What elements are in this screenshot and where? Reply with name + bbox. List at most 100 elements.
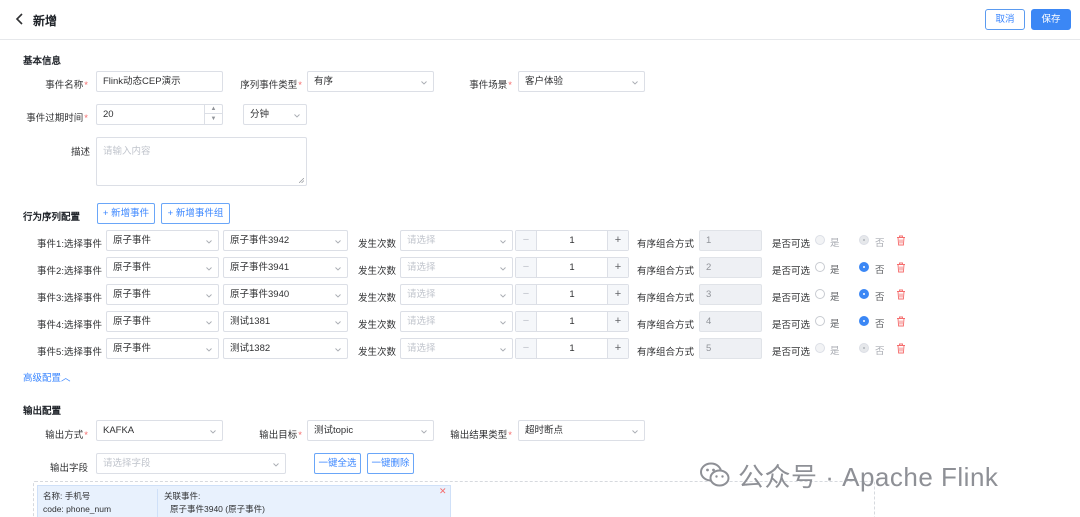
optional-yes-radio[interactable] [815,343,825,353]
section-title-output: 输出配置 [23,406,62,417]
event-type-select[interactable]: 原子事件 [106,311,219,332]
chevron-down-icon [335,321,341,325]
select-all-button[interactable]: 一键全选 [314,453,361,474]
count-stepper[interactable]: − 1 + [515,230,629,251]
event-type-select[interactable]: 原子事件 [106,230,219,251]
minus-icon[interactable]: − [516,231,537,250]
optional-no-radio[interactable] [859,343,869,353]
minus-icon[interactable]: − [516,339,537,358]
plus-icon[interactable]: + [607,231,628,250]
combo-value-input: 5 [699,338,762,359]
combo-label: 有序组合方式 [636,239,694,250]
trash-icon[interactable] [896,343,906,354]
save-button[interactable]: 保存 [1031,9,1071,30]
event-select[interactable]: 测试1382 [223,338,348,359]
optional-no-label: 否 [875,346,885,357]
wechat-icon [700,462,730,487]
event-name-input[interactable]: Flink动态CEP演示 [96,71,223,92]
minus-icon[interactable]: − [516,312,537,331]
back-arrow-icon[interactable] [14,13,26,25]
field-code-text: code: phone_num [43,504,112,514]
event-row-label: 事件3:选择事件 [37,293,102,304]
optional-label: 是否可选 [771,239,810,250]
event-row-label: 事件5:选择事件 [37,347,102,358]
combo-label: 有序组合方式 [636,347,694,358]
event-select[interactable]: 测试1381 [223,311,348,332]
optional-no-label: 否 [875,238,885,249]
occur-count-select[interactable]: 请选择 [400,284,513,305]
event-select[interactable]: 原子事件3940 [223,284,348,305]
occur-count-select[interactable]: 请选择 [400,257,513,278]
event-select[interactable]: 原子事件3941 [223,257,348,278]
minus-icon[interactable]: − [516,285,537,304]
chevron-down-icon [206,240,212,244]
event-type-select[interactable]: 原子事件 [106,284,219,305]
occur-count-label: 发生次数 [357,347,396,358]
trash-icon[interactable] [896,262,906,273]
minus-icon[interactable]: − [516,258,537,277]
optional-yes-radio[interactable] [815,289,825,299]
optional-label: 是否可选 [771,293,810,304]
add-event-button[interactable]: + 新增事件 [97,203,155,224]
chevron-down-icon [273,463,279,467]
output-field-label: 输出字段 [49,463,88,474]
result-type-select[interactable]: 超时断点 [518,420,645,441]
output-method-select[interactable]: KAFKA [96,420,223,441]
optional-no-label: 否 [875,319,885,330]
output-target-select[interactable]: 测试topic [307,420,434,441]
related-event-value: 原子事件3940 (原子事件) [170,504,265,514]
chevron-down-icon [335,240,341,244]
chevron-down-icon [210,430,216,434]
scene-select[interactable]: 客户体验 [518,71,645,92]
card-divider [157,489,158,517]
plus-icon[interactable]: + [607,258,628,277]
trash-icon[interactable] [896,235,906,246]
count-value: 1 [569,289,575,300]
seq-type-select[interactable]: 有序 [307,71,434,92]
count-stepper[interactable]: − 1 + [515,284,629,305]
optional-yes-label: 是 [830,292,840,303]
plus-icon[interactable]: + [607,312,628,331]
optional-label: 是否可选 [771,347,810,358]
event-select[interactable]: 原子事件3942 [223,230,348,251]
occur-count-select[interactable]: 请选择 [400,230,513,251]
advanced-config-link[interactable]: 高级配置︿ [23,370,71,384]
count-stepper[interactable]: − 1 + [515,311,629,332]
add-event-group-button[interactable]: + 新增事件组 [161,203,230,224]
combo-value-input: 2 [699,257,762,278]
close-icon[interactable]: ✕ [439,487,447,496]
trash-icon[interactable] [896,316,906,327]
page-title: 新增 [33,14,58,28]
plus-icon[interactable]: + [607,285,628,304]
optional-no-radio[interactable] [859,262,869,272]
event-type-select[interactable]: 原子事件 [106,338,219,359]
seq-type-label: 序列事件类型* [240,80,302,91]
optional-no-label: 否 [875,265,885,276]
count-stepper[interactable]: − 1 + [515,257,629,278]
optional-no-radio[interactable] [859,289,869,299]
optional-yes-radio[interactable] [815,316,825,326]
occur-count-label: 发生次数 [357,320,396,331]
count-stepper[interactable]: − 1 + [515,338,629,359]
event-type-select[interactable]: 原子事件 [106,257,219,278]
trash-icon[interactable] [896,289,906,300]
event-row-label: 事件2:选择事件 [37,266,102,277]
expire-stepper[interactable]: 20 ▲ ▼ [96,104,223,125]
resize-handle-icon[interactable] [299,178,304,183]
decrement-arrow-icon[interactable]: ▼ [205,115,222,124]
cancel-button[interactable]: 取消 [985,9,1025,30]
delete-all-button[interactable]: 一键删除 [367,453,414,474]
optional-no-radio[interactable] [859,316,869,326]
optional-no-radio[interactable] [859,235,869,245]
occur-count-select[interactable]: 请选择 [400,311,513,332]
description-textarea[interactable]: 请输入内容 [96,137,307,186]
optional-yes-radio[interactable] [815,235,825,245]
expire-unit-select[interactable]: 分钟 [243,104,307,125]
increment-arrow-icon[interactable]: ▲ [205,105,222,114]
optional-yes-radio[interactable] [815,262,825,272]
output-field-select[interactable]: 请选择字段 [96,453,286,474]
optional-label: 是否可选 [771,266,810,277]
plus-icon[interactable]: + [607,339,628,358]
occur-count-select[interactable]: 请选择 [400,338,513,359]
event-row-label: 事件4:选择事件 [37,320,102,331]
